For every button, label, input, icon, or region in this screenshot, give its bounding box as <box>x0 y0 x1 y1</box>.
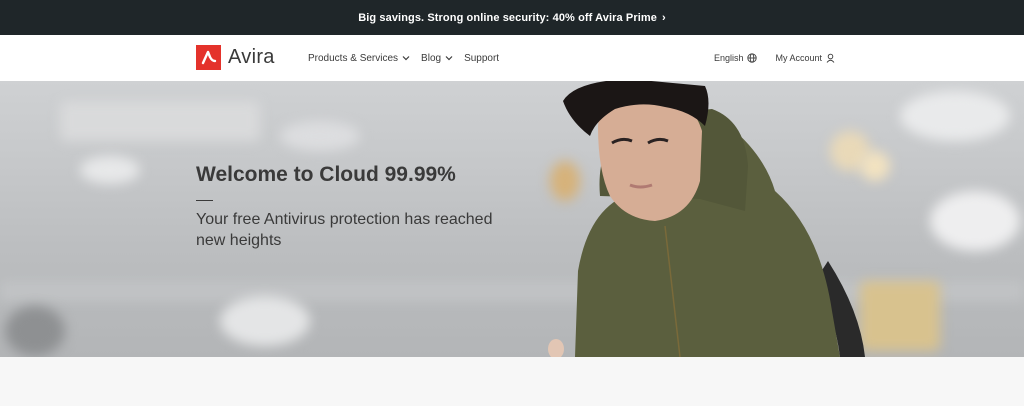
nav-support-label: Support <box>464 52 500 64</box>
avira-logo[interactable]: Avira <box>196 45 275 70</box>
hero-divider <box>196 200 213 201</box>
hero-subtitle: Your free Antivirus protection has reach… <box>196 211 493 249</box>
nav-utilities: English My Account <box>696 35 836 81</box>
brand-name: Avira <box>228 46 275 68</box>
chevron-down-icon <box>445 56 453 61</box>
hero-banner: Welcome to Cloud 99.99% Your free Antivi… <box>0 81 1024 357</box>
main-menu: Products & Services Blog Support <box>308 35 510 81</box>
nav-products-label: Products & Services <box>308 52 399 64</box>
nav-blog-label: Blog <box>421 52 442 64</box>
chevron-down-icon <box>402 56 410 61</box>
nav-products-services[interactable]: Products & Services <box>308 53 410 64</box>
globe-icon <box>747 53 758 63</box>
user-icon <box>826 53 835 63</box>
top-navigation: Avira Products & Services Blog Support E… <box>0 35 1024 82</box>
language-label: English <box>713 53 744 63</box>
my-account-label: My Account <box>775 53 822 63</box>
promo-text[interactable]: Big savings. Strong online security: 40%… <box>358 12 657 24</box>
nav-support[interactable]: Support <box>464 53 499 64</box>
chevron-right-icon: › <box>662 11 666 24</box>
my-account-link[interactable]: My Account <box>775 53 836 63</box>
hero-content: Welcome to Cloud 99.99% Your free Antivi… <box>196 163 516 251</box>
nav-blog[interactable]: Blog <box>421 53 453 64</box>
hero-title: Welcome to Cloud 99.99% <box>196 163 456 186</box>
promo-banner[interactable]: Big savings. Strong online security: 40%… <box>0 0 1024 35</box>
language-selector[interactable]: English <box>714 53 758 63</box>
avira-logo-icon <box>196 45 221 70</box>
content-section <box>0 357 1024 406</box>
